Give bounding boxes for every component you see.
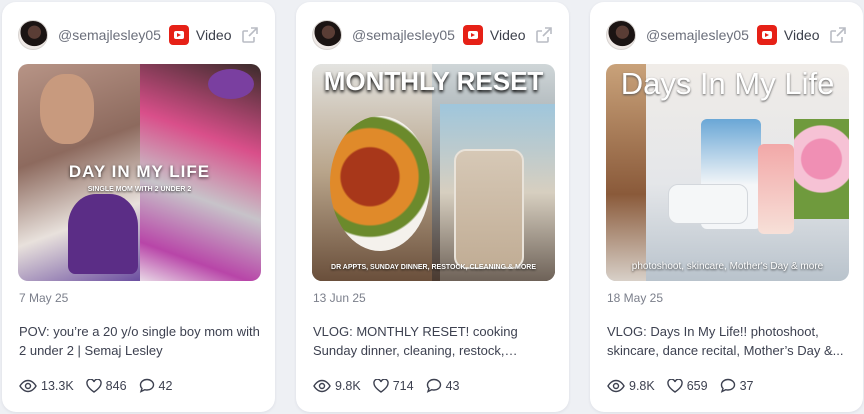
comments-count: 43 [445,378,460,393]
heart-icon [85,378,102,393]
post-description: POV: you’re a 20 y/o single boy mom with… [19,324,260,358]
engagement-stats: 9.8K 714 43 [313,378,471,393]
username[interactable]: @semajlesley05 [58,27,161,43]
thumbnail-subtitle: DR APPTS, SUNDAY DINNER, RESTOCK, CLEANI… [331,264,536,271]
external-link-icon[interactable] [239,24,261,46]
video-card[interactable]: @semajlesley05 Video DAY IN MY LIFE SING… [2,2,275,412]
video-thumbnail[interactable]: Days In My Life photoshoot, skincare, Mo… [606,64,849,281]
avatar[interactable] [18,20,48,50]
post-date: 18 May 25 [607,291,664,305]
thumbnail-subtitle: photoshoot, skincare, Mother's Day & mor… [631,261,824,272]
thumbnail-title: DAY IN MY LIFE [68,162,211,181]
comment-icon [426,378,441,393]
eye-icon [607,379,625,392]
external-link-icon[interactable] [827,24,849,46]
thumbnail-title: Days In My Life [620,66,835,101]
eye-icon [19,379,37,392]
video-card[interactable]: @semajlesley05 Video Days In My Life pho… [590,2,863,412]
likes-count: 846 [105,378,127,393]
video-thumbnail[interactable]: MONTHLY RESET DR APPTS, SUNDAY DINNER, R… [312,64,555,281]
external-link-icon[interactable] [533,24,555,46]
card-header: @semajlesley05 Video [18,18,261,52]
comments-count: 42 [158,378,173,393]
comments-stat: 37 [720,378,754,393]
video-card[interactable]: @semajlesley05 Video MONTHLY RESET DR AP… [296,2,569,412]
likes-count: 714 [392,378,414,393]
comments-count: 37 [739,378,754,393]
likes-count: 659 [686,378,708,393]
youtube-icon [756,25,777,45]
engagement-stats: 13.3K 846 42 [19,378,184,393]
likes-stat: 659 [667,378,708,393]
card-header: @semajlesley05 Video [606,18,849,52]
content-type-label: Video [783,27,820,43]
post-date: 7 May 25 [19,291,69,305]
avatar[interactable] [606,20,636,50]
username[interactable]: @semajlesley05 [352,27,455,43]
views-count: 13.3K [41,378,74,393]
video-thumbnail[interactable]: DAY IN MY LIFE SINGLE MOM WITH 2 UNDER 2 [18,64,261,281]
post-description: VLOG: MONTHLY RESET! cooking Sunday dinn… [313,324,518,358]
heart-icon [667,378,683,393]
views-stat: 9.8K [313,379,361,393]
engagement-stats: 9.8K 659 37 [607,378,765,393]
username[interactable]: @semajlesley05 [646,27,749,43]
comments-stat: 42 [139,378,173,393]
views-stat: 9.8K [607,379,655,393]
likes-stat: 714 [373,378,414,393]
comments-stat: 43 [426,378,460,393]
eye-icon [313,379,331,392]
views-count: 9.8K [629,378,655,393]
youtube-icon [168,25,189,45]
avatar[interactable] [312,20,342,50]
likes-stat: 846 [85,378,127,393]
views-count: 9.8K [335,378,361,393]
card-header: @semajlesley05 Video [312,18,555,52]
comment-icon [139,378,154,393]
views-stat: 13.3K [19,379,74,393]
thumbnail-subtitle: SINGLE MOM WITH 2 UNDER 2 [87,186,192,193]
post-description: VLOG: Days In My Life!! photoshoot, skin… [607,324,844,358]
youtube-icon [462,25,483,45]
content-type-label: Video [195,27,232,43]
thumbnail-title: MONTHLY RESET [323,66,544,96]
content-type-label: Video [489,27,526,43]
heart-icon [373,378,389,393]
post-date: 13 Jun 25 [313,291,366,305]
comment-icon [720,378,735,393]
